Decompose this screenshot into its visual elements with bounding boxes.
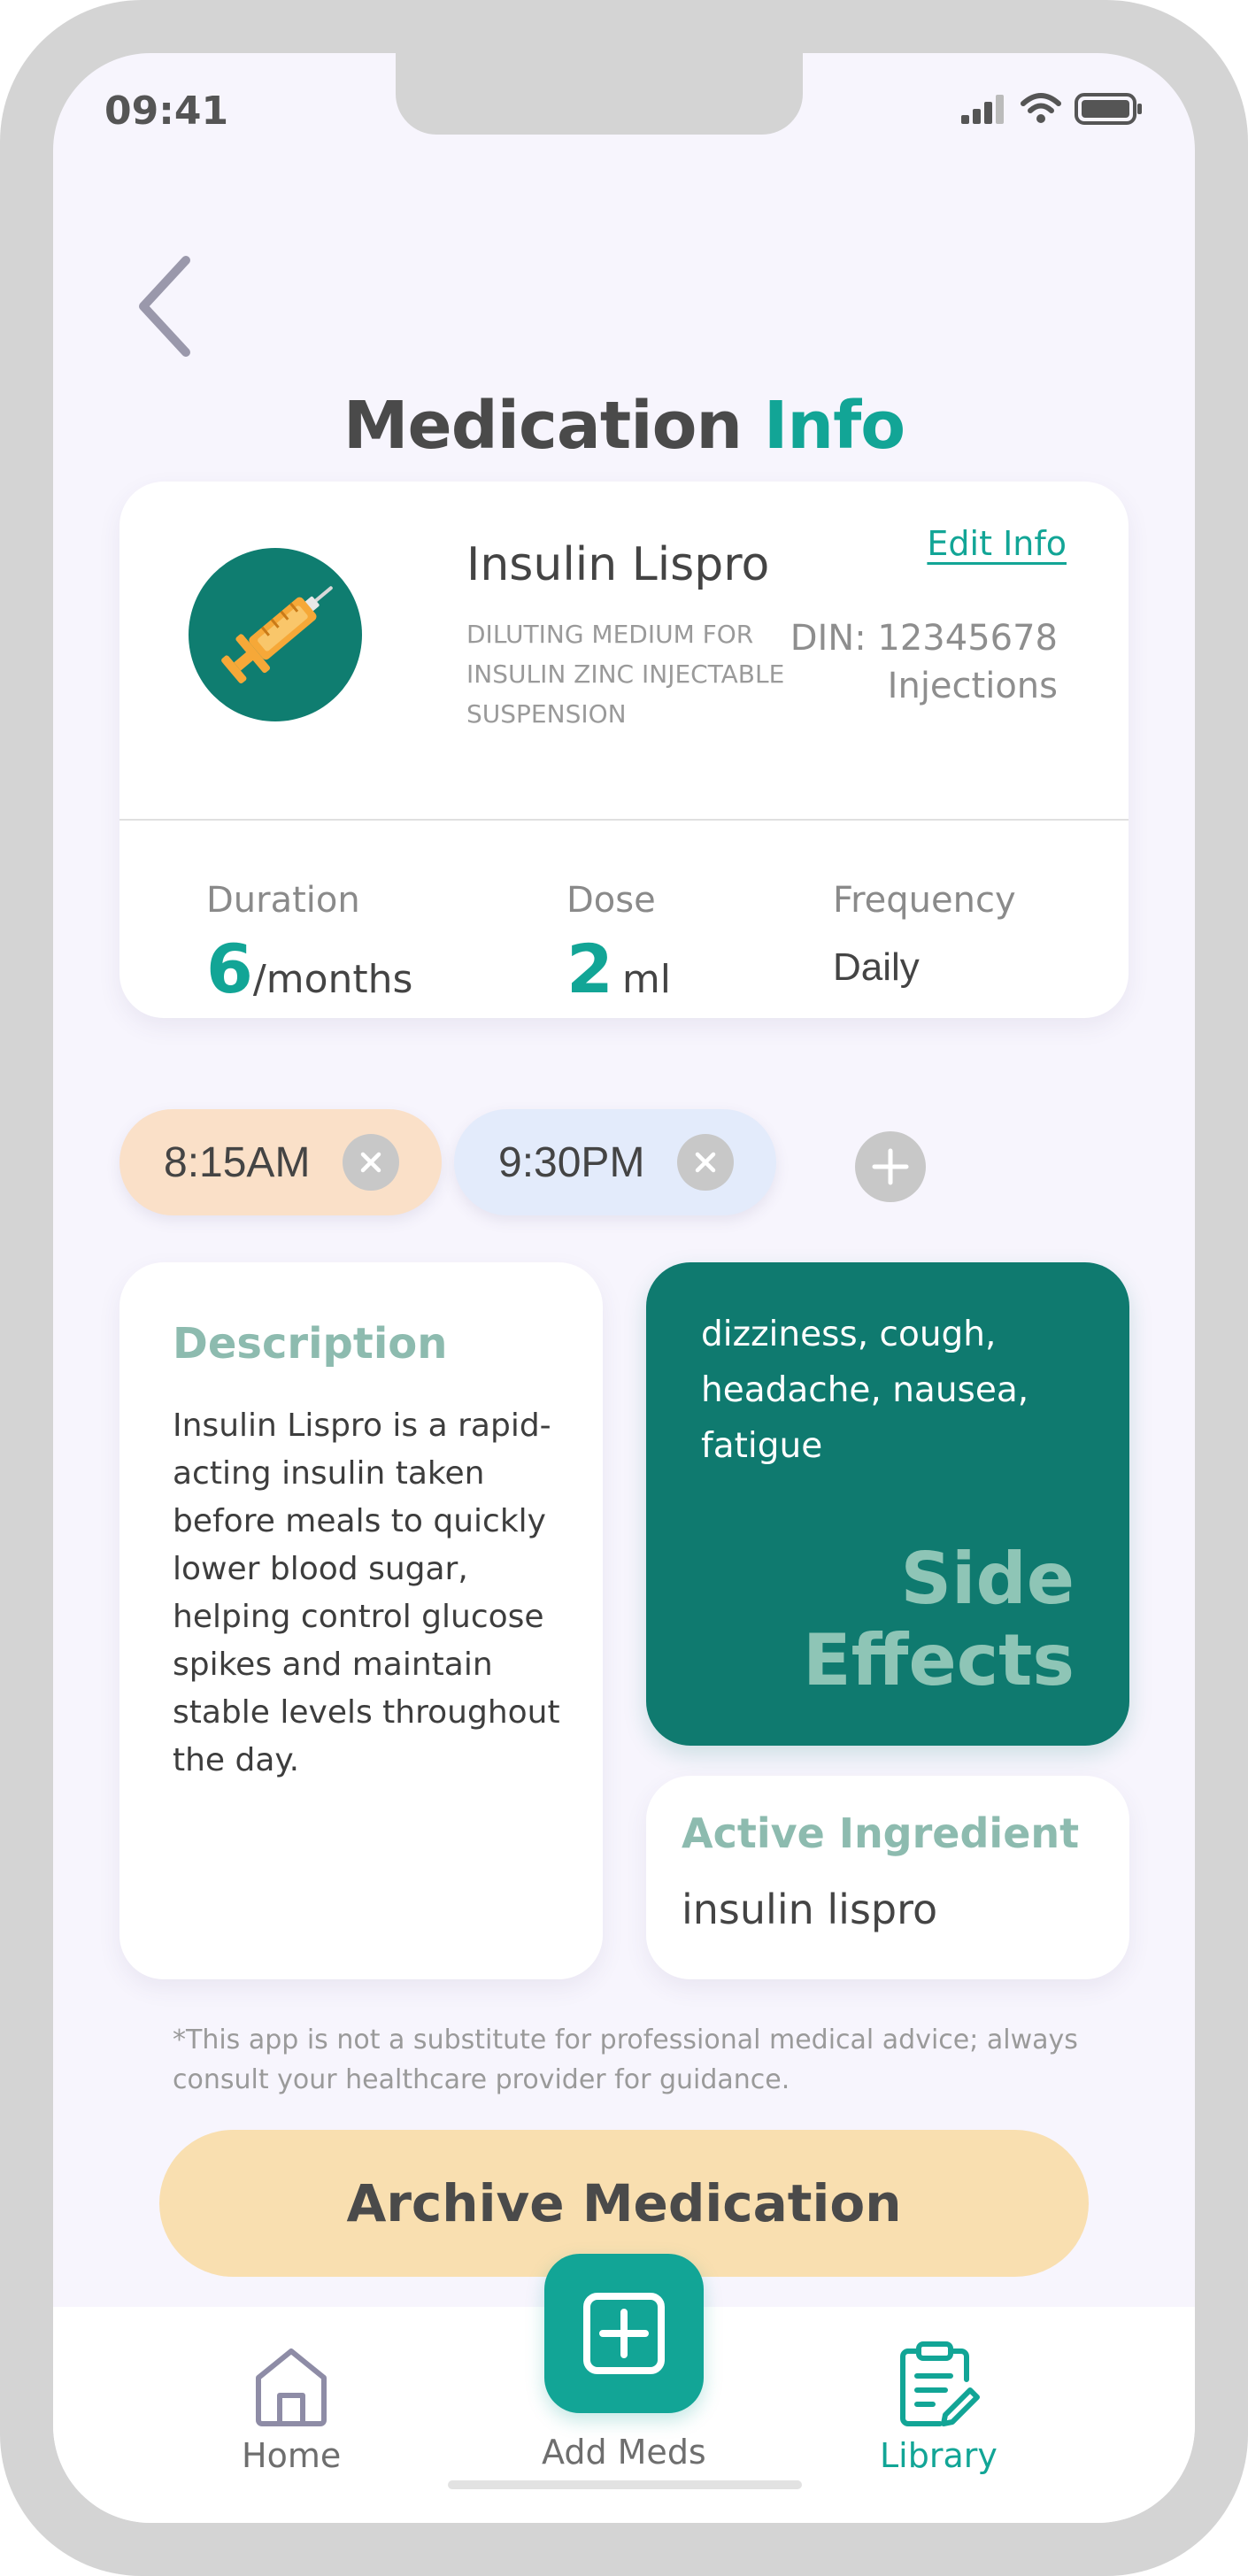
description-body: Insulin Lispro is a rapid-acting insulin… [173,1408,560,1778]
medication-name: Insulin Lispro [466,538,770,591]
dose-metric: Dose 2 ml [566,880,671,1008]
edit-info-link[interactable]: Edit Info [927,524,1067,563]
description-title: Description [173,1319,448,1369]
side-effects-title-line1: Side [900,1538,1075,1620]
medication-subtitle: DILUTING MEDIUM FOR INSULIN ZINC INJECTA… [466,620,785,729]
medication-identifiers: DIN: 12345678 Injections [790,614,1058,710]
status-time: 09:41 [104,89,229,134]
frequency-metric: Frequency Daily [833,880,1016,990]
add-time-button[interactable] [855,1131,926,1202]
add-meds-button[interactable] [543,2254,704,2413]
frequency-value: Daily [833,945,920,989]
card-divider [119,819,1129,821]
tab-add-meds-label: Add Meds [542,2433,706,2472]
duration-value-row: 6 /months [206,929,412,1008]
back-button[interactable] [131,253,211,359]
side-effects-title-line2: Effects [803,1619,1075,1701]
active-ingredient-title: Active Ingredient [682,1809,1080,1857]
tab-library[interactable]: Library [880,2341,998,2475]
side-effects-card[interactable]: dizziness, cough, headache, nausea, fati… [646,1262,1129,1746]
dose-unit: ml [621,957,671,1002]
home-icon [256,2348,327,2426]
remove-time-button[interactable] [343,1134,399,1191]
side-effects-list: dizziness, cough, headache, nausea, fati… [701,1315,1029,1466]
dose-label: Dose [566,880,656,921]
din-number: DIN: 12345678 [790,618,1058,659]
medical-disclaimer: *This app is not a substitute for profes… [173,2025,1078,2095]
frequency-label: Frequency [833,880,1016,921]
clipboard-edit-icon [900,2341,981,2426]
app-screen: 09:41 Medication Info Insulin Lispro DIL… [53,53,1195,2523]
side-effects-title: Side Effects [803,1539,1075,1701]
medication-summary-card: Insulin Lispro DILUTING MEDIUM FOR INSUL… [119,482,1129,1018]
tab-home[interactable]: Home [242,2346,341,2475]
phone-frame: 09:41 Medication Info Insulin Lispro DIL… [0,0,1248,2576]
tab-library-label: Library [880,2436,998,2475]
cellular-signal-icon [961,95,1004,124]
tab-add-meds[interactable]: Add Meds [542,2254,706,2472]
active-ingredient-card: Active Ingredient insulin lispro [646,1776,1129,1979]
time-pill-label: 8:15AM [164,1138,311,1186]
page-title-accent: Info [763,388,905,464]
duration-label: Duration [206,880,360,921]
time-pill[interactable]: 9:30PM [454,1109,776,1215]
remove-time-button[interactable] [677,1134,734,1191]
home-indicator [448,2480,802,2489]
duration-metric: Duration 6 /months [206,880,412,1008]
page-title: Medication Info [53,388,1195,464]
syringe-icon [221,586,333,683]
wifi-icon [1021,93,1061,123]
active-ingredient-value: insulin lispro [682,1886,938,1933]
page-title-main: Medication [343,388,743,464]
dose-value-row: 2 ml [566,929,671,1008]
duration-value: 6 [206,929,253,1008]
device-notch [396,53,803,135]
medication-form: Injections [887,666,1058,706]
close-icon [695,1152,716,1173]
chevron-left-icon [139,256,190,357]
archive-medication-label: Archive Medication [346,2173,902,2233]
plus-icon [872,1148,909,1185]
battery-icon [1075,93,1142,125]
time-pill[interactable]: 8:15AM [119,1109,442,1215]
close-icon [360,1152,381,1173]
tab-home-label: Home [242,2436,342,2475]
add-box-icon [582,2293,665,2374]
duration-unit: /months [252,957,413,1002]
time-pill-label: 9:30PM [498,1138,645,1186]
dose-value: 2 [566,929,613,1008]
medication-avatar [189,548,362,721]
status-icons [959,92,1144,126]
description-card: Description Insulin Lispro is a rapid-ac… [119,1262,603,1979]
